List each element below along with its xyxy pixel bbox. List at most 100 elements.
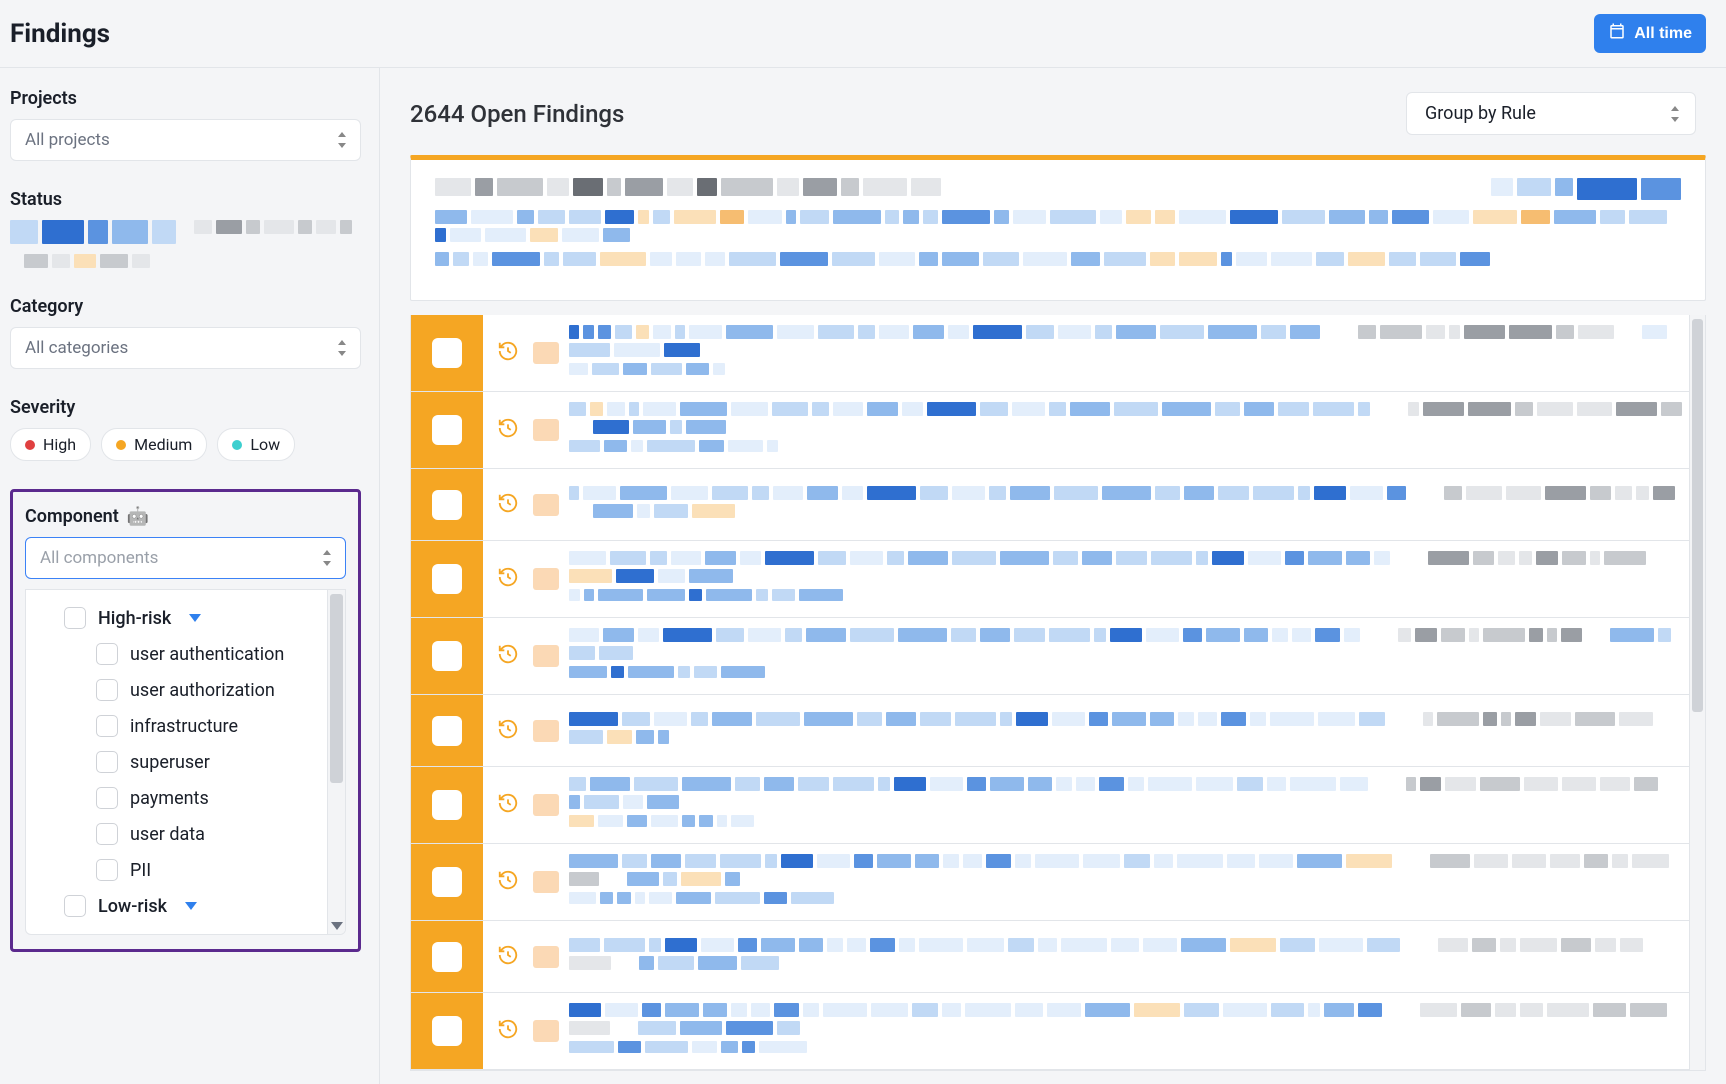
finding-content-blurred (569, 392, 1689, 468)
row-checkbox[interactable] (432, 564, 462, 594)
component-scrollbar[interactable] (327, 590, 345, 934)
row-checkbox[interactable] (432, 867, 462, 897)
checkbox[interactable] (96, 823, 118, 845)
severity-chips: High Medium Low (10, 428, 361, 461)
checkbox[interactable] (96, 679, 118, 701)
dot-icon (232, 440, 242, 450)
history-icon (497, 492, 519, 518)
row-checkbox[interactable] (432, 790, 462, 820)
scroll-down-arrow-icon[interactable] (331, 922, 343, 930)
finding-row[interactable] (411, 618, 1689, 695)
row-checkbox[interactable] (432, 716, 462, 746)
finding-row[interactable] (411, 392, 1689, 469)
checkbox[interactable] (96, 787, 118, 809)
component-item-label: PII (130, 860, 151, 881)
checkbox[interactable] (64, 607, 86, 629)
page-title: Findings (10, 19, 110, 49)
checkbox[interactable] (96, 715, 118, 737)
finding-row[interactable] (411, 921, 1689, 993)
chevron-down-icon[interactable] (185, 902, 197, 910)
severity-badge (533, 794, 559, 816)
row-icon-cell (483, 869, 533, 895)
category-select-placeholder: All categories (25, 338, 128, 358)
component-select[interactable]: All components (25, 537, 346, 579)
component-item[interactable]: user data (36, 816, 321, 852)
group-desc-blurred (435, 252, 1681, 266)
checkbox[interactable] (96, 859, 118, 881)
scrollbar-thumb[interactable] (1692, 319, 1703, 712)
projects-label: Projects (10, 88, 361, 109)
row-icon-cell (483, 944, 533, 970)
finding-row[interactable] (411, 541, 1689, 618)
finding-row[interactable] (411, 767, 1689, 844)
component-item-label: user data (130, 824, 205, 845)
row-checkbox[interactable] (432, 338, 462, 368)
finding-row[interactable] (411, 993, 1689, 1070)
component-group[interactable]: High-risk (36, 600, 321, 636)
component-item-label: user authorization (130, 680, 275, 701)
severity-badge (533, 720, 559, 742)
severity-badge (533, 419, 559, 441)
component-item-label: payments (130, 788, 209, 809)
checkbox[interactable] (96, 751, 118, 773)
row-checkbox-cell (411, 618, 483, 694)
row-icon-cell (483, 792, 533, 818)
component-item[interactable]: superuser (36, 744, 321, 780)
row-icon-cell (483, 1018, 533, 1044)
checkbox[interactable] (96, 643, 118, 665)
component-item[interactable]: payments (36, 780, 321, 816)
time-range-label: All time (1634, 25, 1692, 43)
finding-row[interactable] (411, 315, 1689, 392)
severity-chip-medium[interactable]: Medium (101, 428, 207, 461)
row-checkbox[interactable] (432, 641, 462, 671)
finding-content-blurred (569, 844, 1689, 920)
severity-badge (533, 871, 559, 893)
projects-select[interactable]: All projects (10, 119, 361, 161)
finding-row[interactable] (411, 695, 1689, 767)
main-content: 2644 Open Findings Group by Rule (380, 68, 1726, 1084)
category-label: Category (10, 296, 361, 317)
component-item[interactable]: PII (36, 852, 321, 888)
component-item[interactable]: user authorization (36, 672, 321, 708)
status-filter-blurred[interactable] (10, 220, 361, 268)
row-checkbox-cell (411, 315, 483, 391)
component-group[interactable]: Low-risk (36, 888, 321, 924)
group-by-label: Group by Rule (1425, 103, 1536, 124)
component-item-label: user authentication (130, 644, 284, 665)
component-select-placeholder: All components (40, 548, 158, 568)
severity-label: Severity (10, 397, 361, 418)
category-select[interactable]: All categories (10, 327, 361, 369)
component-label: Component (25, 506, 119, 527)
severity-chip-low[interactable]: Low (217, 428, 295, 461)
row-checkbox-cell (411, 993, 483, 1069)
time-range-button[interactable]: All time (1594, 14, 1706, 53)
status-label: Status (10, 189, 361, 210)
scrollbar-thumb[interactable] (330, 594, 343, 783)
severity-chip-high[interactable]: High (10, 428, 91, 461)
checkbox[interactable] (64, 895, 86, 917)
row-checkbox[interactable] (432, 415, 462, 445)
rows-scrollbar[interactable] (1689, 315, 1705, 1070)
updown-icon (336, 132, 348, 148)
component-item[interactable]: user authentication (36, 636, 321, 672)
row-checkbox[interactable] (432, 1016, 462, 1046)
projects-select-placeholder: All projects (25, 130, 110, 150)
row-checkbox[interactable] (432, 942, 462, 972)
row-icon-cell (483, 340, 533, 366)
component-group-label: Low-risk (98, 896, 167, 917)
component-tree: High-risk user authentication user authori… (26, 590, 327, 934)
finding-content-blurred (569, 315, 1689, 391)
component-item-label: infrastructure (130, 716, 238, 737)
component-item[interactable]: infrastructure (36, 708, 321, 744)
filters-sidebar: Projects All projects Status (0, 68, 380, 1084)
finding-content-blurred (569, 618, 1689, 694)
row-checkbox-cell (411, 695, 483, 766)
finding-row[interactable] (411, 844, 1689, 921)
group-by-select[interactable]: Group by Rule (1406, 92, 1696, 135)
finding-row[interactable] (411, 469, 1689, 541)
finding-content-blurred (569, 476, 1689, 534)
row-checkbox[interactable] (432, 490, 462, 520)
row-checkbox-cell (411, 844, 483, 920)
row-checkbox-cell (411, 469, 483, 540)
chevron-down-icon[interactable] (189, 614, 201, 622)
